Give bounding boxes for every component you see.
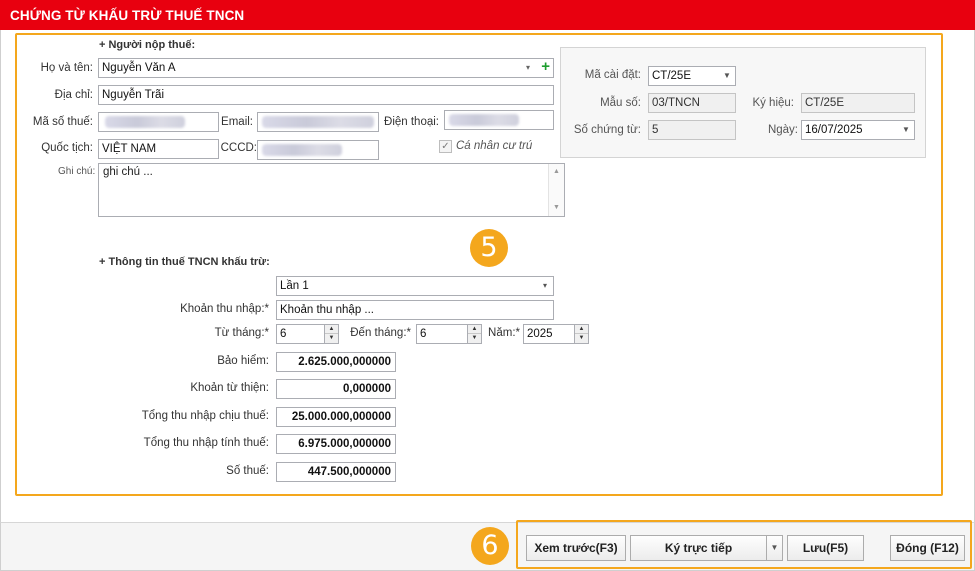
nationality-label: Quốc tịch: [41, 142, 93, 154]
title-bar: CHỨNG TỪ KHẤU TRỪ THUẾ TNCN [0, 0, 975, 30]
decrement-icon[interactable]: ▼ [575, 334, 588, 343]
cccd-field[interactable] [257, 140, 379, 160]
setup-code-select[interactable]: CT/25E ▼ [648, 66, 736, 86]
note-label: Ghi chú: [58, 166, 96, 177]
taxcode-label: Mã số thuế: [32, 116, 93, 128]
date-label: Ngày: [767, 124, 798, 136]
symbol-label: Ký hiệu: [752, 97, 794, 109]
taxable-income-label: Tổng thu nhập chịu thuế: [141, 410, 269, 422]
setup-code-value: CT/25E [652, 70, 691, 82]
taxcode-field[interactable] [98, 112, 219, 132]
phone-field[interactable] [444, 110, 554, 130]
increment-icon[interactable]: ▲ [575, 325, 588, 334]
phone-label: Điện thoại: [384, 116, 439, 128]
voucher-number-label: Số chứng từ: [573, 124, 641, 136]
assessable-income-field[interactable]: 6.975.000,000000 [276, 434, 396, 454]
note-textarea[interactable]: ghi chú ... ▲ ▼ [98, 163, 565, 217]
fullname-label: Họ và tên: [40, 62, 93, 74]
address-field[interactable]: Nguyễn Trãi [98, 85, 554, 105]
assessable-income-label: Tổng thu nhập tính thuế: [143, 437, 269, 449]
insurance-field[interactable]: 2.625.000,000000 [276, 352, 396, 372]
button-bar: 6 Xem trước(F3) Ký trực tiếp ▼ Lưu(F5) Đ… [0, 520, 975, 571]
add-taxpayer-icon[interactable]: + [541, 59, 550, 75]
fullname-value: Nguyễn Văn A [102, 62, 176, 74]
year-label: Năm:* [488, 327, 520, 339]
year-value: 2025 [527, 328, 553, 340]
email-label: Email: [221, 116, 253, 128]
period-dropdown-icon[interactable]: ▾ [537, 277, 553, 295]
resident-label: Cá nhân cư trú [456, 140, 533, 152]
address-label: Địa chỉ: [54, 89, 93, 101]
income-field[interactable]: Khoản thu nhập ... [276, 300, 554, 320]
income-label: Khoản thu nhập:* [180, 303, 269, 315]
charity-label: Khoản từ thiện: [190, 382, 269, 394]
tax-amount-label: Số thuế: [226, 465, 269, 477]
setup-code-label: Mã cài đặt: [584, 69, 641, 81]
tax-info-section-title: + Thông tin thuế TNCN khấu trừ: [99, 256, 270, 268]
increment-icon[interactable]: ▲ [468, 325, 481, 334]
scroll-down-icon[interactable]: ▼ [549, 200, 564, 216]
window-title: CHỨNG TỪ KHẤU TRỪ THUẾ TNCN [10, 8, 245, 23]
redacted-email [262, 116, 374, 128]
fullname-dropdown-arrow[interactable]: ▾ [526, 63, 530, 72]
to-month-label: Đến tháng:* [350, 327, 411, 339]
from-month-spinner[interactable]: 6 ▲ ▼ [276, 324, 339, 344]
tax-amount-field[interactable]: 447.500,000000 [276, 462, 396, 482]
close-button[interactable]: Đóng (F12) [890, 535, 965, 561]
decrement-icon[interactable]: ▼ [468, 334, 481, 343]
save-button[interactable]: Lưu(F5) [787, 535, 864, 561]
charity-field[interactable]: 0,000000 [276, 379, 396, 399]
to-month-spinner[interactable]: 6 ▲ ▼ [416, 324, 482, 344]
date-picker[interactable]: 16/07/2025 ▼ [801, 120, 915, 140]
preview-button[interactable]: Xem trước(F3) [526, 535, 626, 561]
step-badge-6: 6 [471, 527, 509, 565]
scroll-up-icon[interactable]: ▲ [549, 164, 564, 180]
calendar-dropdown-icon[interactable]: ▼ [898, 121, 914, 139]
sign-options-dropdown[interactable]: ▼ [766, 535, 783, 561]
year-stepper[interactable]: ▲ ▼ [574, 325, 588, 343]
fullname-combobox[interactable]: Nguyễn Văn A ▾ + [98, 58, 554, 78]
increment-icon[interactable]: ▲ [325, 325, 338, 334]
note-scrollbar[interactable]: ▲ ▼ [548, 164, 564, 216]
redacted-taxcode [105, 116, 185, 128]
cccd-label: CCCD: [220, 142, 257, 154]
from-month-label: Từ tháng:* [214, 327, 269, 339]
from-month-stepper[interactable]: ▲ ▼ [324, 325, 338, 343]
setup-code-dropdown-icon[interactable]: ▼ [719, 67, 735, 85]
taxpayer-section-title: + Người nộp thuế: [99, 39, 196, 51]
template-label: Mẫu số: [600, 97, 641, 109]
redacted-phone [449, 114, 519, 126]
voucher-number-field: 5 [648, 120, 736, 140]
date-value: 16/07/2025 [805, 124, 863, 136]
email-field[interactable] [257, 112, 379, 132]
template-field: 03/TNCN [648, 93, 736, 113]
note-value: ghi chú ... [103, 166, 153, 178]
period-select[interactable]: Lần 1 ▾ [276, 276, 554, 296]
taxable-income-field[interactable]: 25.000.000,000000 [276, 407, 396, 427]
step-badge-5: 5 [470, 229, 508, 267]
to-month-stepper[interactable]: ▲ ▼ [467, 325, 481, 343]
symbol-field: CT/25E [801, 93, 915, 113]
from-month-value: 6 [280, 328, 287, 340]
to-month-value: 6 [420, 328, 427, 340]
year-spinner[interactable]: 2025 ▲ ▼ [523, 324, 589, 344]
redacted-cccd [262, 144, 342, 156]
decrement-icon[interactable]: ▼ [325, 334, 338, 343]
sign-directly-button[interactable]: Ký trực tiếp [630, 535, 767, 561]
form-content: + Người nộp thuế: Họ và tên: Nguyễn Văn … [0, 30, 975, 522]
nationality-field[interactable]: VIỆT NAM [98, 139, 219, 159]
insurance-label: Bảo hiểm: [217, 355, 269, 367]
period-value: Lần 1 [280, 280, 309, 292]
resident-checkbox[interactable]: ✓ [439, 140, 452, 153]
